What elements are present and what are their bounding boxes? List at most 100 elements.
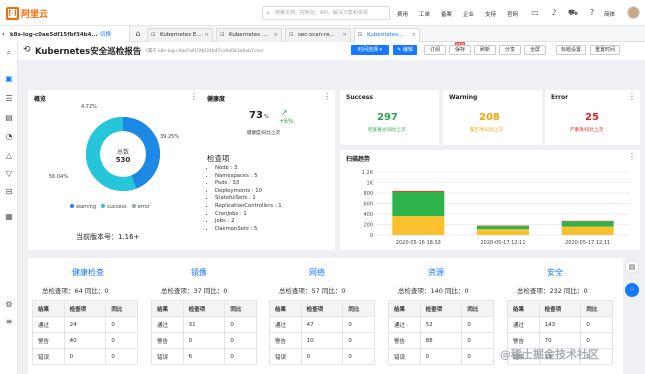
help-icon[interactable]: ? [587,8,597,18]
bar-segment-warning[interactable] [392,216,445,235]
category-total: 总检查项：140 同比：0 [398,287,469,295]
nav-ticket[interactable]: 工单 [419,10,430,18]
legend-warning[interactable]: warning [70,204,96,210]
user-avatar[interactable] [627,6,640,19]
legend-error[interactable]: error [131,204,150,210]
save-button[interactable]: 保存 [449,45,471,55]
nav-enterprise[interactable]: 企业 [463,10,474,18]
table-header-row: 结果 检查项 同比 [151,300,257,317]
legend-success[interactable]: success [101,204,127,210]
bar-segment-error[interactable] [561,220,614,222]
settings-icon[interactable]: ⚙ [4,300,14,310]
more-icon[interactable]: ⋮ [628,92,636,101]
tab-sec-scan[interactable]: ⊡ sec-scan-re... × [285,28,351,42]
global-search-input[interactable]: ⌕ 搜索文档、控制台、API、解决方案和资源 [262,6,390,20]
time-select-button[interactable]: 时间选择 ▾ [351,45,389,55]
subscribe-button[interactable]: 订阅 [424,45,446,55]
terminal-icon[interactable]: ▭ [530,8,540,18]
table-cell: 40 [63,332,107,349]
bar-segment-success[interactable] [477,226,529,230]
refresh-button[interactable]: 刷新 [474,45,496,55]
y-tick-label: 0 [370,233,373,239]
grid-icon[interactable]: ▦ [4,212,14,222]
table-header-row: 结果 检查项 同比 [32,300,138,317]
language-switch[interactable]: 简体 [604,10,615,18]
home-icon[interactable]: ⌂ [133,29,143,39]
cart-icon[interactable]: ⛟ [568,8,578,18]
column-header[interactable]: 结果 [151,300,184,317]
table-row: 错误 0 0 [32,348,138,365]
tab-kubernetes-1[interactable]: ⊡ Kubernetes E... × [147,28,213,42]
table-cell: 0 [105,348,138,365]
bar-segment-success[interactable] [392,191,445,217]
chart-icon[interactable]: ◔ [4,132,14,142]
table-cell: 通过 [32,316,65,333]
y-tick-label: 400 [363,212,373,218]
column-header[interactable]: 检查项 [63,300,107,317]
column-header[interactable]: 检查项 [182,300,226,317]
y-tick-label: 1.2K [362,170,374,176]
document-icon[interactable]: ▤ [4,113,14,123]
column-header[interactable]: 同比 [580,300,613,317]
reset-time-button[interactable]: 重置时间 [590,45,620,55]
column-header[interactable]: 同比 [105,300,138,317]
list-icon[interactable]: ☰ [4,94,14,104]
column-header[interactable]: 结果 [388,300,421,317]
alert-icon[interactable]: △ [4,151,14,161]
column-header[interactable]: 检查项 [419,300,463,317]
bar-segment-success[interactable] [561,221,614,227]
table-cell: 通过 [269,316,302,333]
column-header[interactable]: 结果 [507,300,540,317]
close-icon[interactable]: × [342,29,347,42]
bell-icon[interactable]: ♪ [549,8,559,18]
close-icon[interactable]: × [273,29,278,42]
table-cell: 通过 [151,316,184,333]
nav-official[interactable]: 官网 [507,10,518,18]
apps-icon[interactable]: ⁘ [625,283,639,297]
share-button[interactable]: 分享 [499,45,521,55]
health-unit: % [264,114,269,120]
column-header[interactable]: 同比 [224,300,257,317]
edit-button[interactable]: ✎ 编辑 [393,45,417,55]
bar-segment-error[interactable] [392,190,445,192]
close-icon[interactable]: × [204,29,209,42]
nav-icp[interactable]: 备案 [441,10,452,18]
success-pct-label: 56.04% [49,174,69,180]
collapse-icon[interactable]: ≡ [4,317,14,327]
category-table: 结果 检查项 同比 通过 24 0 警告 40 0 错误 0 0 [32,300,138,365]
column-header[interactable]: 结果 [32,300,65,317]
nav-billing[interactable]: 费用 [397,10,408,18]
search-icon[interactable]: ⌕ [4,48,14,58]
tab-kubernetes-2[interactable]: ⊡ Kubernetes ... × [216,28,282,42]
watermark: @稀土掘金技术社区 [500,348,599,361]
column-header[interactable]: 结果 [269,300,302,317]
back-arrow-icon[interactable]: ‹ [2,26,5,42]
filter-icon[interactable]: ▽ [4,169,14,179]
column-header[interactable]: 同比 [461,300,494,317]
monitor-icon[interactable]: ⊟ [4,187,14,197]
aliyun-logo[interactable]: [-] 阿里云 [6,6,48,20]
dashboard-icon[interactable]: ▣ [4,74,14,84]
column-header[interactable]: 同比 [342,300,375,317]
column-header[interactable]: 检查项 [300,300,344,317]
error-value: 25 [585,112,599,123]
bar-segment-warning[interactable] [477,229,529,235]
brand-name: 阿里云 [21,9,49,20]
error-subtitle: 严重项/同比上次 [570,128,604,133]
check-items-list: Node : 3 Namespaces : 5 Pods : 33 Deploy… [215,165,282,233]
close-icon[interactable]: × [411,29,416,42]
more-icon[interactable]: ⋮ [323,92,331,101]
category-total: 总检查项：64 同比：0 [42,287,109,295]
title-settings-button[interactable]: 标题设置 [556,45,586,55]
chat-icon[interactable]: ▤ [625,260,639,274]
nav-support[interactable]: 支持 [485,10,496,18]
bar-segment-warning[interactable] [561,226,614,235]
column-header[interactable]: 检查项 [538,300,582,317]
category-title: 镜像 [191,268,207,277]
table-cell: 0 [182,332,226,349]
tab-kubernetes-active[interactable]: ⊡ Kubernetes... × [354,28,420,42]
switch-cluster-link[interactable]: 切换 [100,32,111,38]
back-icon[interactable]: ⟲ [23,45,31,55]
bar-segment-error[interactable] [477,225,529,227]
fullscreen-button[interactable]: 全屏 [524,45,546,55]
